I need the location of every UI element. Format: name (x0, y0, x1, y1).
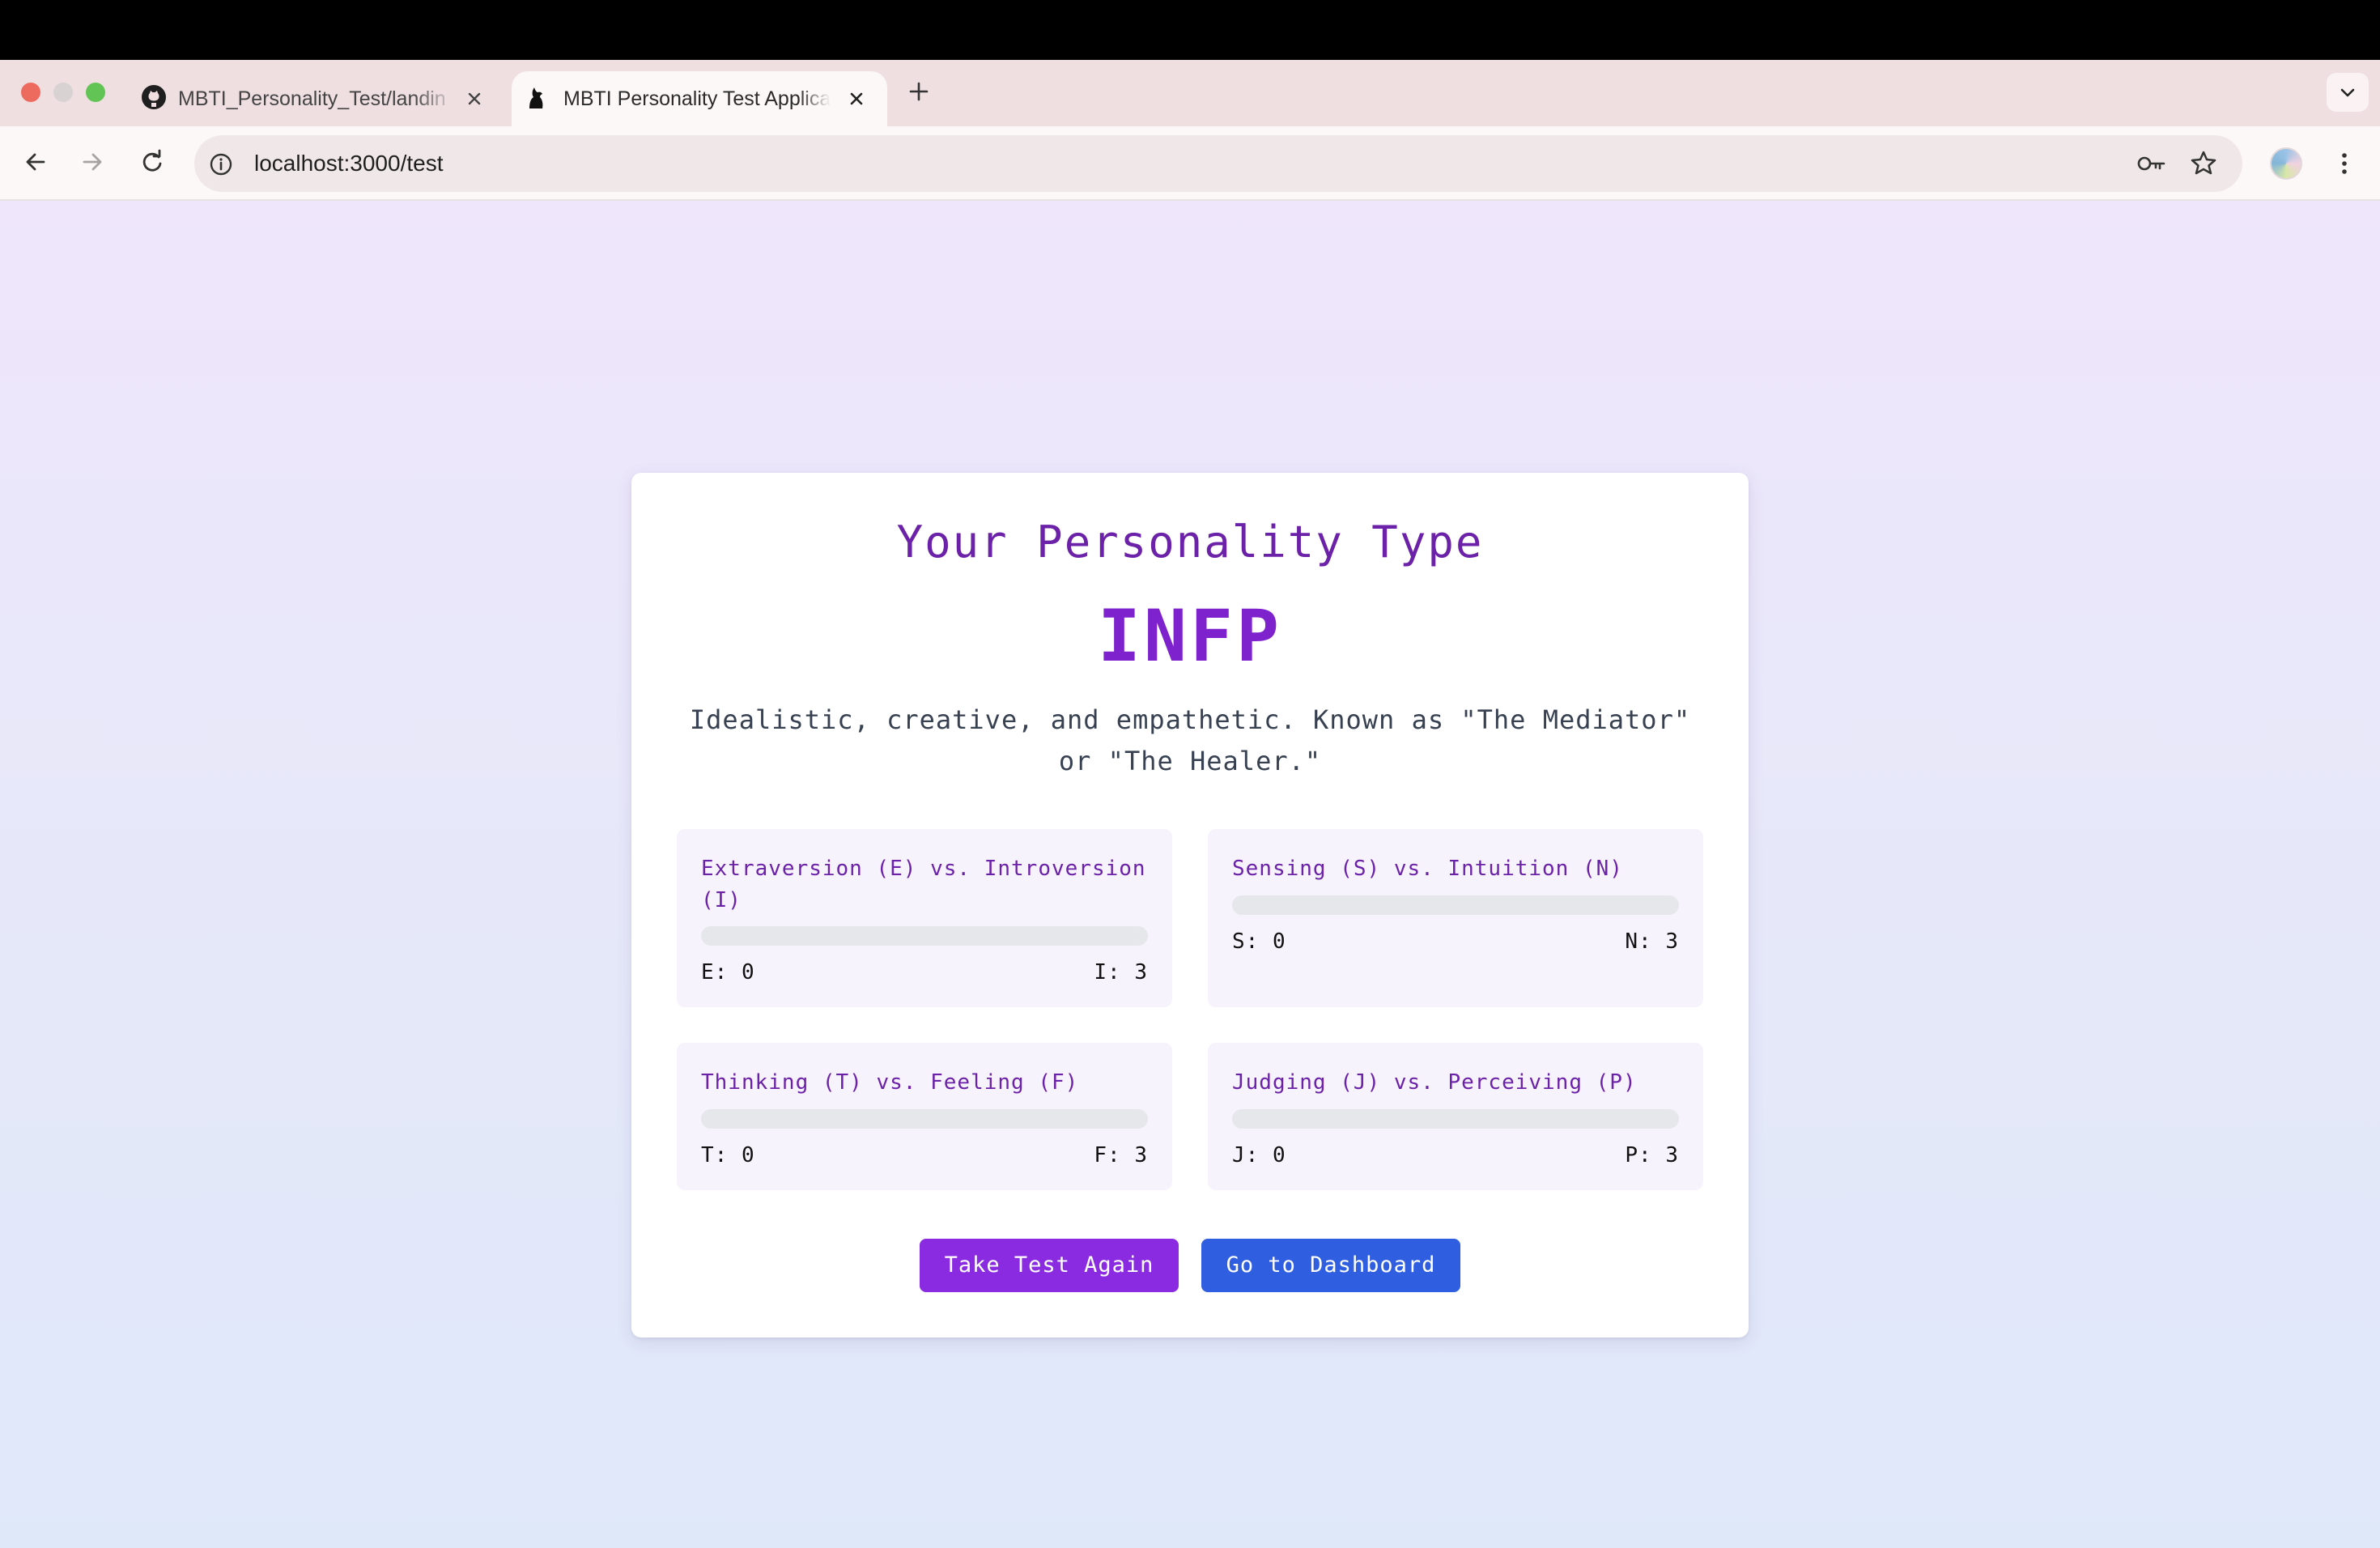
reload-icon[interactable] (134, 144, 170, 180)
tab-search-button[interactable] (2327, 73, 2369, 112)
score-bar (701, 926, 1148, 946)
score-left: J: 0 (1232, 1143, 1286, 1167)
score-bar (701, 1109, 1148, 1129)
dimension-title: Judging (J) vs. Perceiving (P) (1232, 1070, 1637, 1095)
score-right: P: 3 (1625, 1143, 1679, 1167)
page-viewport: Your Personality Type INFP Idealistic, c… (0, 201, 2380, 1548)
site-info-icon[interactable] (207, 151, 235, 178)
more-options-icon[interactable] (2330, 147, 2359, 180)
new-tab-icon[interactable] (905, 78, 933, 105)
back-arrow-icon[interactable] (18, 144, 53, 180)
go-to-dashboard-button[interactable]: Go to Dashboard (1201, 1239, 1460, 1292)
menu-bar (0, 0, 2380, 60)
dimension-title: Extraversion (E) vs. Introversion (I) (701, 857, 1146, 912)
dimension-card-ei: Extraversion (E) vs. Introversion (I) E:… (677, 829, 1172, 1007)
key-icon[interactable] (2136, 149, 2168, 178)
score-left: S: 0 (1232, 929, 1286, 954)
score-right: I: 3 (1094, 960, 1148, 985)
tab-title: MBTI Personality Test Applica (563, 87, 831, 110)
take-test-again-button[interactable]: Take Test Again (920, 1239, 1179, 1292)
app-logo-icon (529, 87, 543, 108)
close-window-button[interactable] (21, 83, 40, 102)
minimize-window-button[interactable] (53, 83, 73, 102)
profile-avatar[interactable] (2270, 147, 2302, 180)
score-bar (1232, 1109, 1679, 1129)
score-right: N: 3 (1625, 929, 1679, 954)
github-icon (142, 85, 166, 109)
chevron-down-icon (2340, 88, 2355, 97)
personality-type: INFP (1098, 594, 1282, 678)
result-card: Your Personality Type INFP Idealistic, c… (631, 473, 1749, 1337)
maximize-window-button[interactable] (86, 83, 105, 102)
close-tab-icon[interactable] (463, 87, 486, 110)
dimension-title: Thinking (T) vs. Feeling (F) (701, 1070, 1079, 1095)
dimension-title: Sensing (S) vs. Intuition (N) (1232, 857, 1623, 881)
score-right: F: 3 (1094, 1143, 1148, 1167)
tab-title: MBTI_Personality_Test/landin (178, 87, 446, 110)
dimension-card-sn: Sensing (S) vs. Intuition (N) S: 0 N: 3 (1208, 829, 1703, 1007)
forward-arrow-icon[interactable] (74, 144, 110, 180)
tab-mbti-app[interactable]: MBTI Personality Test Applica (512, 71, 887, 126)
bookmark-star-icon[interactable] (2187, 147, 2220, 180)
tab-github[interactable]: MBTI_Personality_Test/landin (130, 71, 502, 126)
url-text[interactable]: localhost:3000/test (254, 135, 444, 192)
score-bar (1232, 895, 1679, 915)
score-left: E: 0 (701, 960, 755, 985)
close-tab-icon[interactable] (845, 87, 868, 110)
address-bar[interactable] (194, 135, 2242, 192)
type-description: Idealistic, creative, and empathetic. Kn… (689, 704, 1691, 776)
dimension-card-jp: Judging (J) vs. Perceiving (P) J: 0 P: 3 (1208, 1043, 1703, 1190)
dimension-card-tf: Thinking (T) vs. Feeling (F) T: 0 F: 3 (677, 1043, 1172, 1190)
page-title: Your Personality Type (896, 517, 1484, 568)
score-left: T: 0 (701, 1143, 755, 1167)
